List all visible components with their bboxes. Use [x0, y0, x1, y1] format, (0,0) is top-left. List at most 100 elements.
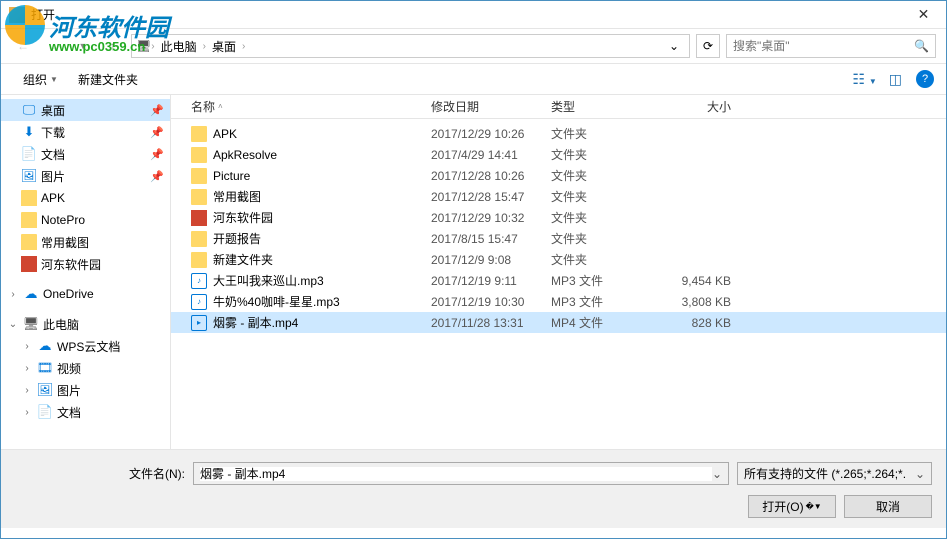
- file-icon: [191, 147, 207, 163]
- column-headers: 名称˄ 修改日期 类型 大小: [171, 95, 946, 119]
- file-icon: ♪: [191, 294, 207, 310]
- filename-input[interactable]: [200, 467, 712, 481]
- sidebar-pc-child-0[interactable]: ›☁WPS云文档: [1, 335, 170, 357]
- sidebar-pc-child-2[interactable]: ›🖼图片: [1, 379, 170, 401]
- file-name: ApkResolve: [213, 148, 431, 162]
- expand-icon[interactable]: ›: [21, 341, 33, 352]
- sidebar-onedrive[interactable]: ›☁OneDrive: [1, 283, 170, 305]
- sidebar-item-0[interactable]: 🖵桌面📌: [1, 99, 170, 121]
- file-type: MP3 文件: [551, 272, 651, 289]
- pin-icon: 📌: [150, 104, 164, 117]
- sidebar-item-7[interactable]: 河东软件园: [1, 253, 170, 275]
- file-row-4[interactable]: 河东软件园2017/12/29 10:32文件夹: [171, 207, 946, 228]
- search-input[interactable]: [733, 39, 914, 53]
- breadcrumb[interactable]: 🖥 › 此电脑 › 桌面 › ⌄: [131, 34, 690, 58]
- sidebar-item-4[interactable]: APK: [1, 187, 170, 209]
- file-name: 烟雾 - 副本.mp4: [213, 314, 431, 331]
- sidebar-pc-child-1[interactable]: ›🎞视频: [1, 357, 170, 379]
- file-row-8[interactable]: ♪牛奶%40咖啡-星星.mp32017/12/19 10:30MP3 文件3,8…: [171, 291, 946, 312]
- up-button[interactable]: ↑: [101, 34, 125, 58]
- doc-icon: 📄: [21, 146, 37, 162]
- window-title: 打开: [31, 6, 901, 23]
- sidebar-thispc[interactable]: ⌄🖥此电脑: [1, 313, 170, 335]
- preview-button[interactable]: ◫: [883, 69, 908, 90]
- filetype-select[interactable]: 所有支持的文件 (*.265;*.264;*. ⌄: [737, 462, 932, 485]
- sidebar-item-6[interactable]: 常用截图: [1, 231, 170, 253]
- pic-icon: 🖼: [37, 382, 53, 398]
- col-date[interactable]: 修改日期: [431, 98, 551, 115]
- doc-icon: 📄: [37, 404, 53, 420]
- sidebar-pc-child-3[interactable]: ›📄文档: [1, 401, 170, 423]
- file-row-1[interactable]: ApkResolve2017/4/29 14:41文件夹: [171, 144, 946, 165]
- file-icon: [191, 126, 207, 142]
- file-type: 文件夹: [551, 251, 651, 268]
- expand-icon[interactable]: ›: [21, 385, 33, 396]
- file-row-6[interactable]: 新建文件夹2017/12/9 9:08文件夹: [171, 249, 946, 270]
- view-mode-button[interactable]: ☷ ▼: [846, 69, 882, 90]
- organize-button[interactable]: 组织▼: [13, 67, 68, 92]
- expand-icon[interactable]: ›: [7, 289, 19, 300]
- close-button[interactable]: ✕: [901, 1, 946, 29]
- file-icon: [191, 231, 207, 247]
- filename-input-wrap[interactable]: ⌄: [193, 462, 729, 485]
- file-name: APK: [213, 127, 431, 141]
- cloud-icon: ☁: [37, 338, 53, 354]
- file-date: 2017/12/28 15:47: [431, 190, 551, 204]
- footer: 文件名(N): ⌄ 所有支持的文件 (*.265;*.264;*. ⌄ 打开(O…: [1, 449, 946, 528]
- file-icon: ▸: [191, 315, 207, 331]
- open-button[interactable]: 打开(O)�▼: [748, 495, 836, 518]
- pin-icon: 📌: [150, 148, 164, 161]
- file-size: 828 KB: [651, 316, 741, 330]
- col-type[interactable]: 类型: [551, 98, 651, 115]
- file-rows: APK2017/12/29 10:26文件夹ApkResolve2017/4/2…: [171, 119, 946, 449]
- file-name: 大王叫我来巡山.mp3: [213, 272, 431, 289]
- toolbar: 组织▼ 新建文件夹 ☷ ▼ ◫ ?: [1, 63, 946, 95]
- search-box[interactable]: 🔍: [726, 34, 936, 58]
- breadcrumb-seg-1[interactable]: 桌面: [206, 38, 242, 55]
- filetype-dropdown-icon: ⌄: [915, 467, 925, 481]
- file-icon: [191, 210, 207, 226]
- breadcrumb-dropdown[interactable]: ⌄: [663, 39, 685, 53]
- file-row-5[interactable]: 开题报告2017/8/15 15:47文件夹: [171, 228, 946, 249]
- folder-red-icon: [21, 256, 37, 272]
- cancel-button[interactable]: 取消: [844, 495, 932, 518]
- file-icon: [191, 189, 207, 205]
- sidebar-item-2[interactable]: 📄文档📌: [1, 143, 170, 165]
- folder-icon: [21, 234, 37, 250]
- file-list: 名称˄ 修改日期 类型 大小 APK2017/12/29 10:26文件夹Apk…: [171, 95, 946, 449]
- filename-dropdown[interactable]: ⌄: [712, 467, 722, 481]
- file-date: 2017/12/28 10:26: [431, 169, 551, 183]
- pc-icon: 🖥: [23, 316, 39, 332]
- file-row-2[interactable]: Picture2017/12/28 10:26文件夹: [171, 165, 946, 186]
- expand-icon[interactable]: ›: [21, 407, 33, 418]
- file-date: 2017/11/28 13:31: [431, 316, 551, 330]
- expand-icon[interactable]: ›: [21, 363, 33, 374]
- navbar: ← → ▼ ↑ 🖥 › 此电脑 › 桌面 › ⌄ ⟳ 🔍: [1, 29, 946, 63]
- help-button[interactable]: ?: [916, 70, 934, 88]
- cloud-icon: ☁: [23, 286, 39, 302]
- search-icon[interactable]: 🔍: [914, 39, 929, 53]
- sidebar-item-5[interactable]: NotePro: [1, 209, 170, 231]
- col-name[interactable]: 名称˄: [191, 98, 431, 115]
- file-size: 9,454 KB: [651, 274, 741, 288]
- newfolder-button[interactable]: 新建文件夹: [68, 67, 148, 92]
- file-name: Picture: [213, 169, 431, 183]
- pc-icon: 🖥: [136, 39, 151, 53]
- file-row-0[interactable]: APK2017/12/29 10:26文件夹: [171, 123, 946, 144]
- breadcrumb-seg-0[interactable]: 此电脑: [155, 38, 203, 55]
- video-icon: 🎞: [37, 360, 53, 376]
- file-row-9[interactable]: ▸烟雾 - 副本.mp42017/11/28 13:31MP4 文件828 KB: [171, 312, 946, 333]
- collapse-icon[interactable]: ⌄: [7, 319, 19, 330]
- file-row-3[interactable]: 常用截图2017/12/28 15:47文件夹: [171, 186, 946, 207]
- sidebar-item-3[interactable]: 🖼图片📌: [1, 165, 170, 187]
- back-button[interactable]: ←: [11, 34, 35, 58]
- col-size[interactable]: 大小: [651, 98, 741, 115]
- file-date: 2017/12/19 9:11: [431, 274, 551, 288]
- recent-dropdown[interactable]: ▼: [71, 34, 95, 58]
- file-type: MP3 文件: [551, 293, 651, 310]
- forward-button[interactable]: →: [41, 34, 65, 58]
- file-row-7[interactable]: ♪大王叫我来巡山.mp32017/12/19 9:11MP3 文件9,454 K…: [171, 270, 946, 291]
- refresh-button[interactable]: ⟳: [696, 34, 720, 58]
- sidebar-item-1[interactable]: ⬇下载📌: [1, 121, 170, 143]
- sidebar: 🖵桌面📌⬇下载📌📄文档📌🖼图片📌APKNotePro常用截图河东软件园›☁One…: [1, 95, 171, 449]
